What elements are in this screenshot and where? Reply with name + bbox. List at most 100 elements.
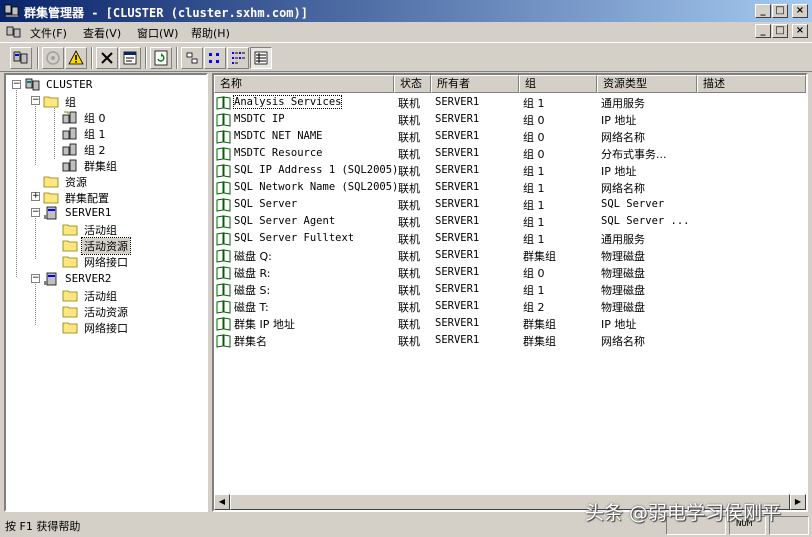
cell-type: 分布式事务... [601,148,667,161]
menu-help[interactable]: 帮助(H) [191,25,230,41]
document-system-icon[interactable] [6,24,22,40]
properties-button[interactable] [119,47,141,69]
table-row[interactable]: 群集名 联机 SERVER1 群集组 网络名称 [214,332,806,349]
collapse-toggle[interactable]: − [12,80,21,89]
cell-type: 物理磁盘 [601,250,645,263]
tree-node-server2-active-resources[interactable]: 活动资源 [50,303,200,319]
resource-book-icon [216,198,231,212]
cell-state: 联机 [398,165,420,178]
scroll-left-button[interactable]: ◀ [214,494,230,510]
tree-node-groups[interactable]: − 组 [31,93,201,109]
menu-view[interactable]: 查看(V) [83,25,121,41]
table-row[interactable]: SQL Server Fulltext 联机 SERVER1 组 1 通用服务 [214,230,806,247]
refresh-button[interactable] [150,47,172,69]
column-header-owner[interactable]: 所有者 [431,75,519,93]
tree-node-resources[interactable]: 资源 [31,173,201,189]
status-help-text: 按 F1 获得帮助 [5,520,81,533]
tree-node-cluster-config[interactable]: + 群集配置 [31,189,201,205]
maximize-button[interactable]: □ [772,4,788,18]
folder-icon [62,306,78,318]
cluster-tree[interactable]: − CLUSTER − 组 组 0 组 1 组 2 群集组 资源 + 群集配置 … [4,73,208,512]
table-row[interactable]: SQL Server 联机 SERVER1 组 1 SQL Server [214,196,806,213]
tree-node-server1-active-resources[interactable]: 活动资源 [50,237,200,255]
menu-window[interactable]: 窗口(W) [137,25,178,41]
tree-node-server1[interactable]: − SERVER1 [31,205,201,221]
cell-owner: SERVER1 [435,283,480,295]
child-restore-button[interactable]: □ [772,24,788,38]
scroll-right-button[interactable]: ▶ [790,494,806,510]
delete-x-icon [101,52,113,64]
folder-icon [62,322,78,334]
table-row[interactable]: 磁盘 T: 联机 SERVER1 组 2 物理磁盘 [214,298,806,315]
tree-node-group-1[interactable]: 组 1 [50,125,200,141]
close-button[interactable]: × [792,4,808,18]
cell-owner: SERVER1 [435,300,480,312]
cell-name: SQL IP Address 1 (SQL2005) [234,164,399,176]
column-header-state[interactable]: 状态 [394,75,431,93]
cell-owner: SERVER1 [435,266,480,278]
tree-node-cluster-group[interactable]: 群集组 [50,157,200,173]
details-view-button[interactable] [250,47,272,69]
collapse-toggle[interactable]: − [31,208,40,217]
resource-book-icon [216,334,231,348]
table-row[interactable]: 磁盘 S: 联机 SERVER1 组 1 物理磁盘 [214,281,806,298]
small-icons-icon [209,53,219,63]
folder-icon [43,192,59,204]
menu-file[interactable]: 文件(F) [30,25,67,41]
child-minimize-button[interactable]: _ [755,24,771,38]
table-row[interactable]: SQL Server Agent 联机 SERVER1 组 1 SQL Server .… [214,213,806,230]
table-row[interactable]: 磁盘 R: 联机 SERVER1 组 0 物理磁盘 [214,264,806,281]
resource-list[interactable]: 名称 状态 所有者 组 资源类型 描述 Analysis Services 联机 S… [212,73,808,512]
child-close-button[interactable]: × [792,24,808,38]
cell-state: 联机 [398,216,420,229]
cell-owner: SERVER1 [435,113,480,125]
column-header-name[interactable]: 名称 [214,75,394,93]
cell-state: 联机 [398,335,420,348]
tree-node-server2[interactable]: − SERVER2 [31,271,201,287]
cell-type: 物理磁盘 [601,284,645,297]
bring-online-button[interactable] [42,47,64,69]
tree-node-server1-active-groups[interactable]: 活动组 [50,221,200,237]
expand-toggle[interactable]: + [31,192,40,201]
online-disabled-icon [46,51,60,65]
cell-state: 联机 [398,148,420,161]
table-row[interactable]: SQL Network Name (SQL2005) 联机 SERVER1 组 1 网络… [214,179,806,196]
large-icons-button[interactable] [181,47,203,69]
table-row[interactable]: Analysis Services 联机 SERVER1 组 1 通用服务 [214,94,806,111]
cell-name: MSDTC Resource [234,147,323,159]
minimize-button[interactable]: _ [755,4,771,18]
folder-icon [43,176,59,188]
collapse-toggle[interactable]: − [31,96,40,105]
take-offline-button[interactable] [65,47,87,69]
tree-node-server2-active-groups[interactable]: 活动组 [50,287,200,303]
title-bar[interactable]: 群集管理器 - [CLUSTER (cluster.sxhm.com)] _ □… [0,0,812,22]
table-row[interactable]: 群集 IP 地址 联机 SERVER1 群集组 IP 地址 [214,315,806,332]
open-connection-button[interactable] [10,47,32,69]
cell-type: 网络名称 [601,131,645,144]
tree-node-server1-network-interfaces[interactable]: 网络接口 [50,253,200,269]
cell-owner: SERVER1 [435,317,480,329]
cell-owner: SERVER1 [435,147,480,159]
column-header-type[interactable]: 资源类型 [597,75,697,93]
cell-owner: SERVER1 [435,181,480,193]
list-view-button[interactable] [227,47,249,69]
small-icons-button[interactable] [204,47,226,69]
tree-node-group-0[interactable]: 组 0 [50,109,200,125]
table-row[interactable]: SQL IP Address 1 (SQL2005) 联机 SERVER1 组 1 IP… [214,162,806,179]
tree-node-group-2[interactable]: 组 2 [50,141,200,157]
resource-book-icon [216,215,231,229]
delete-button[interactable] [96,47,118,69]
folder-open-icon [62,240,78,252]
resource-book-icon [216,283,231,297]
column-header-description[interactable]: 描述 [697,75,806,93]
table-row[interactable]: MSDTC IP 联机 SERVER1 组 0 IP 地址 [214,111,806,128]
resource-book-icon [216,300,231,314]
table-row[interactable]: MSDTC Resource 联机 SERVER1 组 0 分布式事务... [214,145,806,162]
cell-name: Analysis Services [232,95,343,109]
column-header-group[interactable]: 组 [519,75,597,93]
table-row[interactable]: 磁盘 Q: 联机 SERVER1 群集组 物理磁盘 [214,247,806,264]
table-row[interactable]: MSDTC NET NAME 联机 SERVER1 组 0 网络名称 [214,128,806,145]
tree-node-server2-network-interfaces[interactable]: 网络接口 [50,319,200,335]
collapse-toggle[interactable]: − [31,274,40,283]
tree-node-cluster[interactable]: − CLUSTER [12,77,202,93]
